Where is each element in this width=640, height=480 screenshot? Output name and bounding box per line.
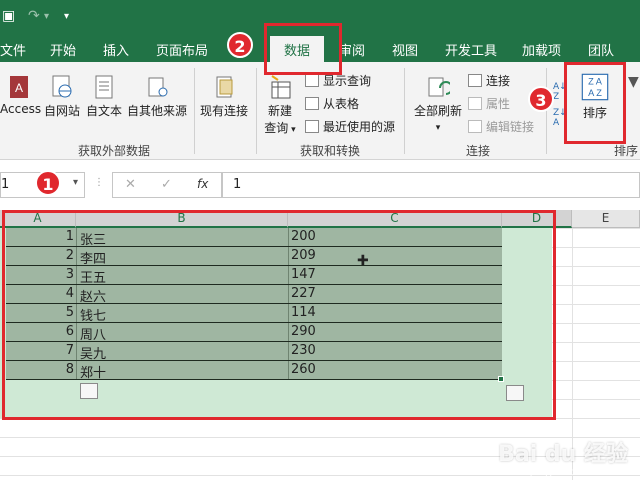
chevron-down-icon[interactable]: ▾: [44, 11, 49, 22]
tab-review[interactable]: 审阅: [339, 40, 365, 59]
tab-addins[interactable]: 加载项: [522, 40, 561, 59]
insert-function-icon[interactable]: fx: [197, 177, 208, 191]
connections-button[interactable]: 连接: [468, 72, 510, 89]
tab-developer[interactable]: 开发工具: [445, 40, 497, 59]
connections-icon: [216, 76, 233, 98]
from-table-button[interactable]: 从表格: [305, 95, 359, 112]
chevron-down-icon[interactable]: ▾: [73, 177, 78, 188]
filter-icon[interactable]: ▼: [628, 74, 639, 90]
save-icon[interactable]: ▣: [2, 8, 15, 24]
recent-sources-button[interactable]: 最近使用的源: [305, 118, 395, 135]
formula-buttons: ✕ ✓ fx: [112, 172, 222, 198]
splitter-icon[interactable]: ⋮: [94, 177, 104, 188]
new-query-icon: [271, 75, 291, 99]
step-badge-2: 2: [227, 32, 253, 58]
new-query-button[interactable]: 新建 查询 ▾: [260, 74, 300, 136]
group-label-external: 获取外部数据: [78, 144, 151, 158]
access-button[interactable]: A Access: [0, 74, 41, 116]
refresh-icon: [428, 77, 450, 97]
refresh-all-button[interactable]: 全部刷新 ▾: [410, 74, 466, 133]
chevron-down-icon: ▾: [435, 123, 441, 133]
redo-icon[interactable]: ↷: [28, 8, 40, 24]
group-label-transform: 获取和转换: [300, 144, 361, 158]
watermark-brand: Bai du 经验: [498, 442, 628, 467]
group-label-connections: 连接: [466, 144, 491, 158]
globe-icon: [52, 75, 72, 98]
highlight-data-range: [2, 210, 556, 420]
formula-bar: 1 ▾ ⋮ ✕ ✓ fx 1: [0, 160, 640, 210]
tab-view[interactable]: 视图: [392, 40, 418, 59]
svg-text:A: A: [15, 81, 23, 95]
from-text-button[interactable]: 自文本: [84, 74, 124, 119]
other-sources-icon: [148, 77, 168, 97]
chevron-down-icon: ▾: [288, 125, 296, 135]
from-other-sources-button[interactable]: 自其他来源: [126, 74, 188, 119]
step-badge-3: 3: [528, 86, 554, 112]
tab-home[interactable]: 开始: [50, 40, 76, 59]
enter-icon[interactable]: ✓: [161, 177, 172, 192]
properties-icon: [468, 97, 482, 110]
edit-links-icon: [468, 120, 482, 133]
column-header-e[interactable]: E: [572, 210, 640, 228]
clock-icon: [305, 120, 319, 133]
edit-links-button[interactable]: 编辑链接: [468, 118, 534, 135]
cancel-icon[interactable]: ✕: [125, 177, 136, 192]
group-label-sort: 排序: [614, 144, 639, 158]
table-icon: [305, 74, 319, 87]
existing-connections-button[interactable]: 现有连接: [198, 74, 250, 119]
step-badge-1: 1: [35, 170, 61, 196]
highlight-data-tab: [264, 23, 342, 75]
tab-insert[interactable]: 插入: [103, 40, 129, 59]
access-icon: A: [10, 76, 28, 98]
highlight-sort-button: [564, 62, 626, 144]
properties-button[interactable]: 属性: [468, 95, 510, 112]
grid-icon: [305, 97, 319, 110]
link-icon: [468, 74, 482, 87]
text-file-icon: [95, 75, 113, 99]
tab-page-layout[interactable]: 页面布局: [156, 40, 208, 59]
tab-team[interactable]: 团队: [588, 40, 614, 59]
from-web-button[interactable]: 自网站: [42, 74, 82, 119]
customize-icon[interactable]: ▾: [64, 11, 69, 22]
formula-input[interactable]: 1: [222, 172, 640, 198]
tab-file[interactable]: 文件: [0, 40, 26, 59]
watermark-url: jingyan.baidu.com: [529, 467, 622, 478]
